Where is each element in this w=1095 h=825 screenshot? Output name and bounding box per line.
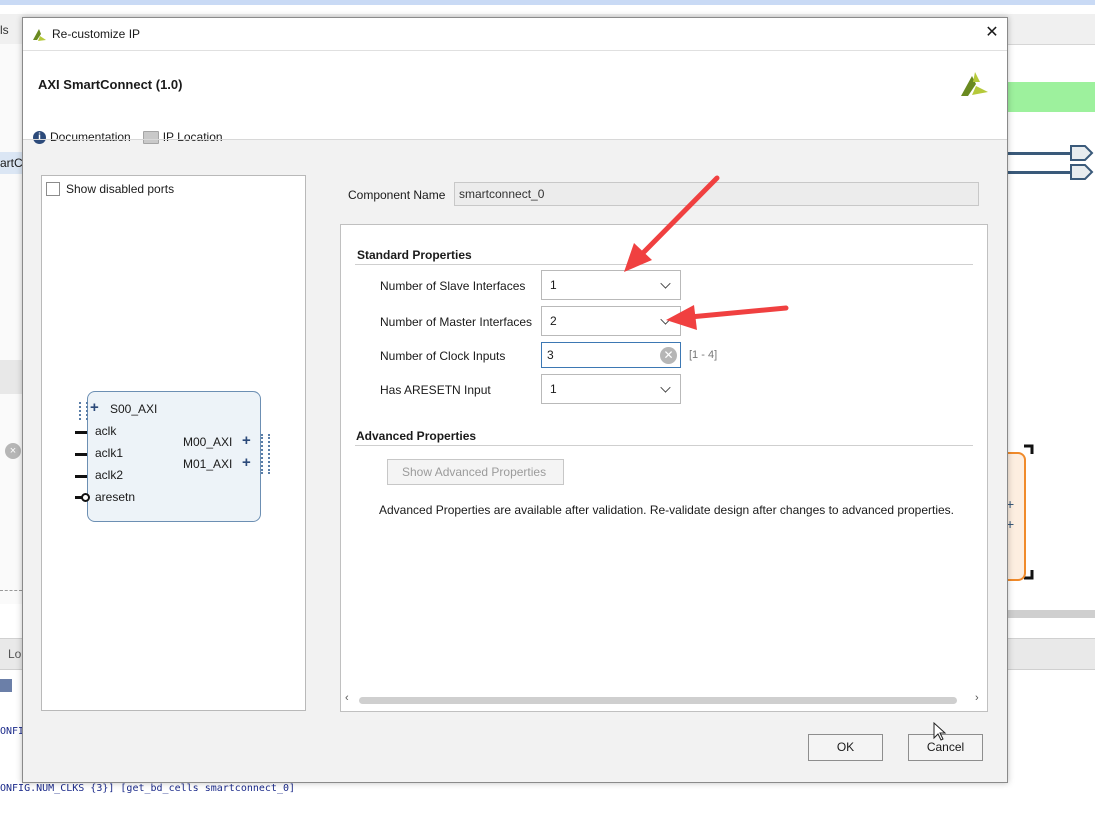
- show-disabled-ports-checkbox[interactable]: [46, 182, 60, 196]
- show-advanced-properties-button[interactable]: Show Advanced Properties: [387, 459, 564, 485]
- wire-1: [1006, 152, 1070, 155]
- vivado-logo-icon: [33, 29, 46, 41]
- aclk-pin: [75, 431, 87, 434]
- ip-title: AXI SmartConnect (1.0): [38, 77, 183, 92]
- left-selected-fragment: artCo: [0, 156, 22, 170]
- slave-interfaces-value: 1: [550, 278, 557, 292]
- log-line-2: ONFIG.NUM_CLKS {3}] [get_bd_cells smartc…: [0, 783, 296, 794]
- scroll-left-icon[interactable]: ‹: [345, 692, 349, 704]
- aclk1-port: aclk1: [95, 446, 124, 460]
- clock-inputs-value: 3: [547, 348, 554, 362]
- close-icon[interactable]: ✕: [983, 24, 1001, 42]
- clock-inputs-range: [1 - 4]: [689, 349, 718, 361]
- aresetn-input-select[interactable]: 1: [541, 374, 681, 404]
- header-separator: [23, 139, 1007, 140]
- info-icon: i: [33, 130, 46, 144]
- aresetn-input-label: Has ARESETN Input: [380, 383, 491, 397]
- app-left-search-clear[interactable]: ×: [0, 441, 22, 461]
- clock-inputs-field[interactable]: 3 ✕: [541, 342, 681, 368]
- standard-properties-divider: [355, 264, 973, 265]
- app-left-selected-item[interactable]: artCo: [0, 152, 22, 174]
- plus-icon[interactable]: +: [90, 400, 99, 416]
- plus-icon[interactable]: +: [242, 455, 251, 471]
- vivado-brand-logo-icon: [961, 72, 988, 96]
- aresetn-port: aresetn: [95, 490, 136, 504]
- clock-inputs-label: Number of Clock Inputs: [380, 349, 506, 363]
- properties-panel: Standard Properties Number of Slave Inte…: [340, 224, 988, 712]
- log-toolbar-icon[interactable]: [0, 679, 12, 692]
- component-name-field[interactable]: smartconnect_0: [454, 182, 979, 206]
- app-right-block[interactable]: + +: [1006, 452, 1026, 581]
- bottom-tab-fragment[interactable]: Lo: [8, 647, 21, 661]
- ok-button[interactable]: OK: [808, 734, 883, 761]
- ip-location-label: IP Location: [162, 130, 223, 144]
- slave-interfaces-label: Number of Slave Interfaces: [380, 279, 526, 293]
- plus-icon[interactable]: +: [242, 433, 251, 449]
- left-tab-fragment[interactable]: ls: [0, 23, 9, 37]
- app-left-divider: [0, 590, 22, 592]
- master-interfaces-select[interactable]: 2: [541, 306, 681, 336]
- documentation-link[interactable]: i Documentation: [33, 130, 131, 144]
- chevron-down-icon: [660, 382, 671, 393]
- dialog-header: AXI SmartConnect (1.0) i Documentation I…: [23, 51, 1007, 144]
- advanced-properties-title: Advanced Properties: [356, 429, 477, 443]
- slave-interfaces-select[interactable]: 1: [541, 270, 681, 300]
- master-bus-marker: [261, 434, 270, 474]
- aclk2-pin: [75, 475, 87, 478]
- dialog-title: Re-customize IP: [52, 27, 141, 41]
- aresetn-bubble-icon: [81, 493, 90, 502]
- log-line-1: ONFI: [0, 726, 25, 737]
- show-disabled-ports-row[interactable]: Show disabled ports: [46, 182, 174, 196]
- dialog-links: i Documentation IP Location: [33, 128, 223, 146]
- chevron-down-icon: [660, 278, 671, 289]
- master-interfaces-value: 2: [550, 314, 557, 328]
- scrollbar-thumb[interactable]: [359, 697, 957, 704]
- show-disabled-ports-label: Show disabled ports: [66, 182, 175, 196]
- mouse-cursor-icon: [933, 722, 947, 741]
- aclk-port: aclk: [95, 424, 117, 438]
- master-interfaces-label: Number of Master Interfaces: [380, 315, 533, 329]
- aresetn-input-value: 1: [550, 382, 557, 396]
- app-left-bar: [0, 360, 22, 394]
- app-top-bar: [0, 0, 1095, 5]
- chevron-down-icon: [660, 314, 671, 325]
- s00-axi-port: S00_AXI: [110, 402, 158, 416]
- recustomize-ip-dialog: Re-customize IP ✕ AXI SmartConnect (1.0)…: [22, 17, 1008, 783]
- advanced-properties-divider: [355, 445, 973, 446]
- properties-horizontal-scrollbar[interactable]: ‹ ›: [343, 692, 983, 707]
- s00-axi-bus-marker: [79, 402, 88, 420]
- ip-location-link[interactable]: IP Location: [142, 130, 223, 144]
- app-right-green-banner: [1006, 82, 1095, 112]
- documentation-label: Documentation: [50, 130, 131, 144]
- app-left-panel: [0, 44, 22, 604]
- aclk1-pin: [75, 453, 87, 456]
- clear-icon[interactable]: ✕: [660, 347, 677, 364]
- wire-2: [1006, 171, 1070, 174]
- m00-axi-port: M00_AXI: [183, 435, 233, 449]
- port-arrows-icon: [1070, 145, 1094, 180]
- m01-axi-port: M01_AXI: [183, 457, 233, 471]
- folder-icon: [142, 130, 159, 144]
- ip-symbol-preview: Show disabled ports + S00_AXI aclk aclk1…: [41, 175, 306, 711]
- standard-properties-title: Standard Properties: [357, 248, 472, 262]
- scroll-right-icon[interactable]: ›: [975, 692, 979, 704]
- dialog-titlebar[interactable]: Re-customize IP ✕: [23, 18, 1007, 51]
- component-name-label: Component Name: [348, 188, 446, 202]
- advanced-properties-note: Advanced Properties are available after …: [379, 503, 955, 517]
- aclk2-port: aclk2: [95, 468, 124, 482]
- app-right-scrollbar[interactable]: [1006, 610, 1095, 618]
